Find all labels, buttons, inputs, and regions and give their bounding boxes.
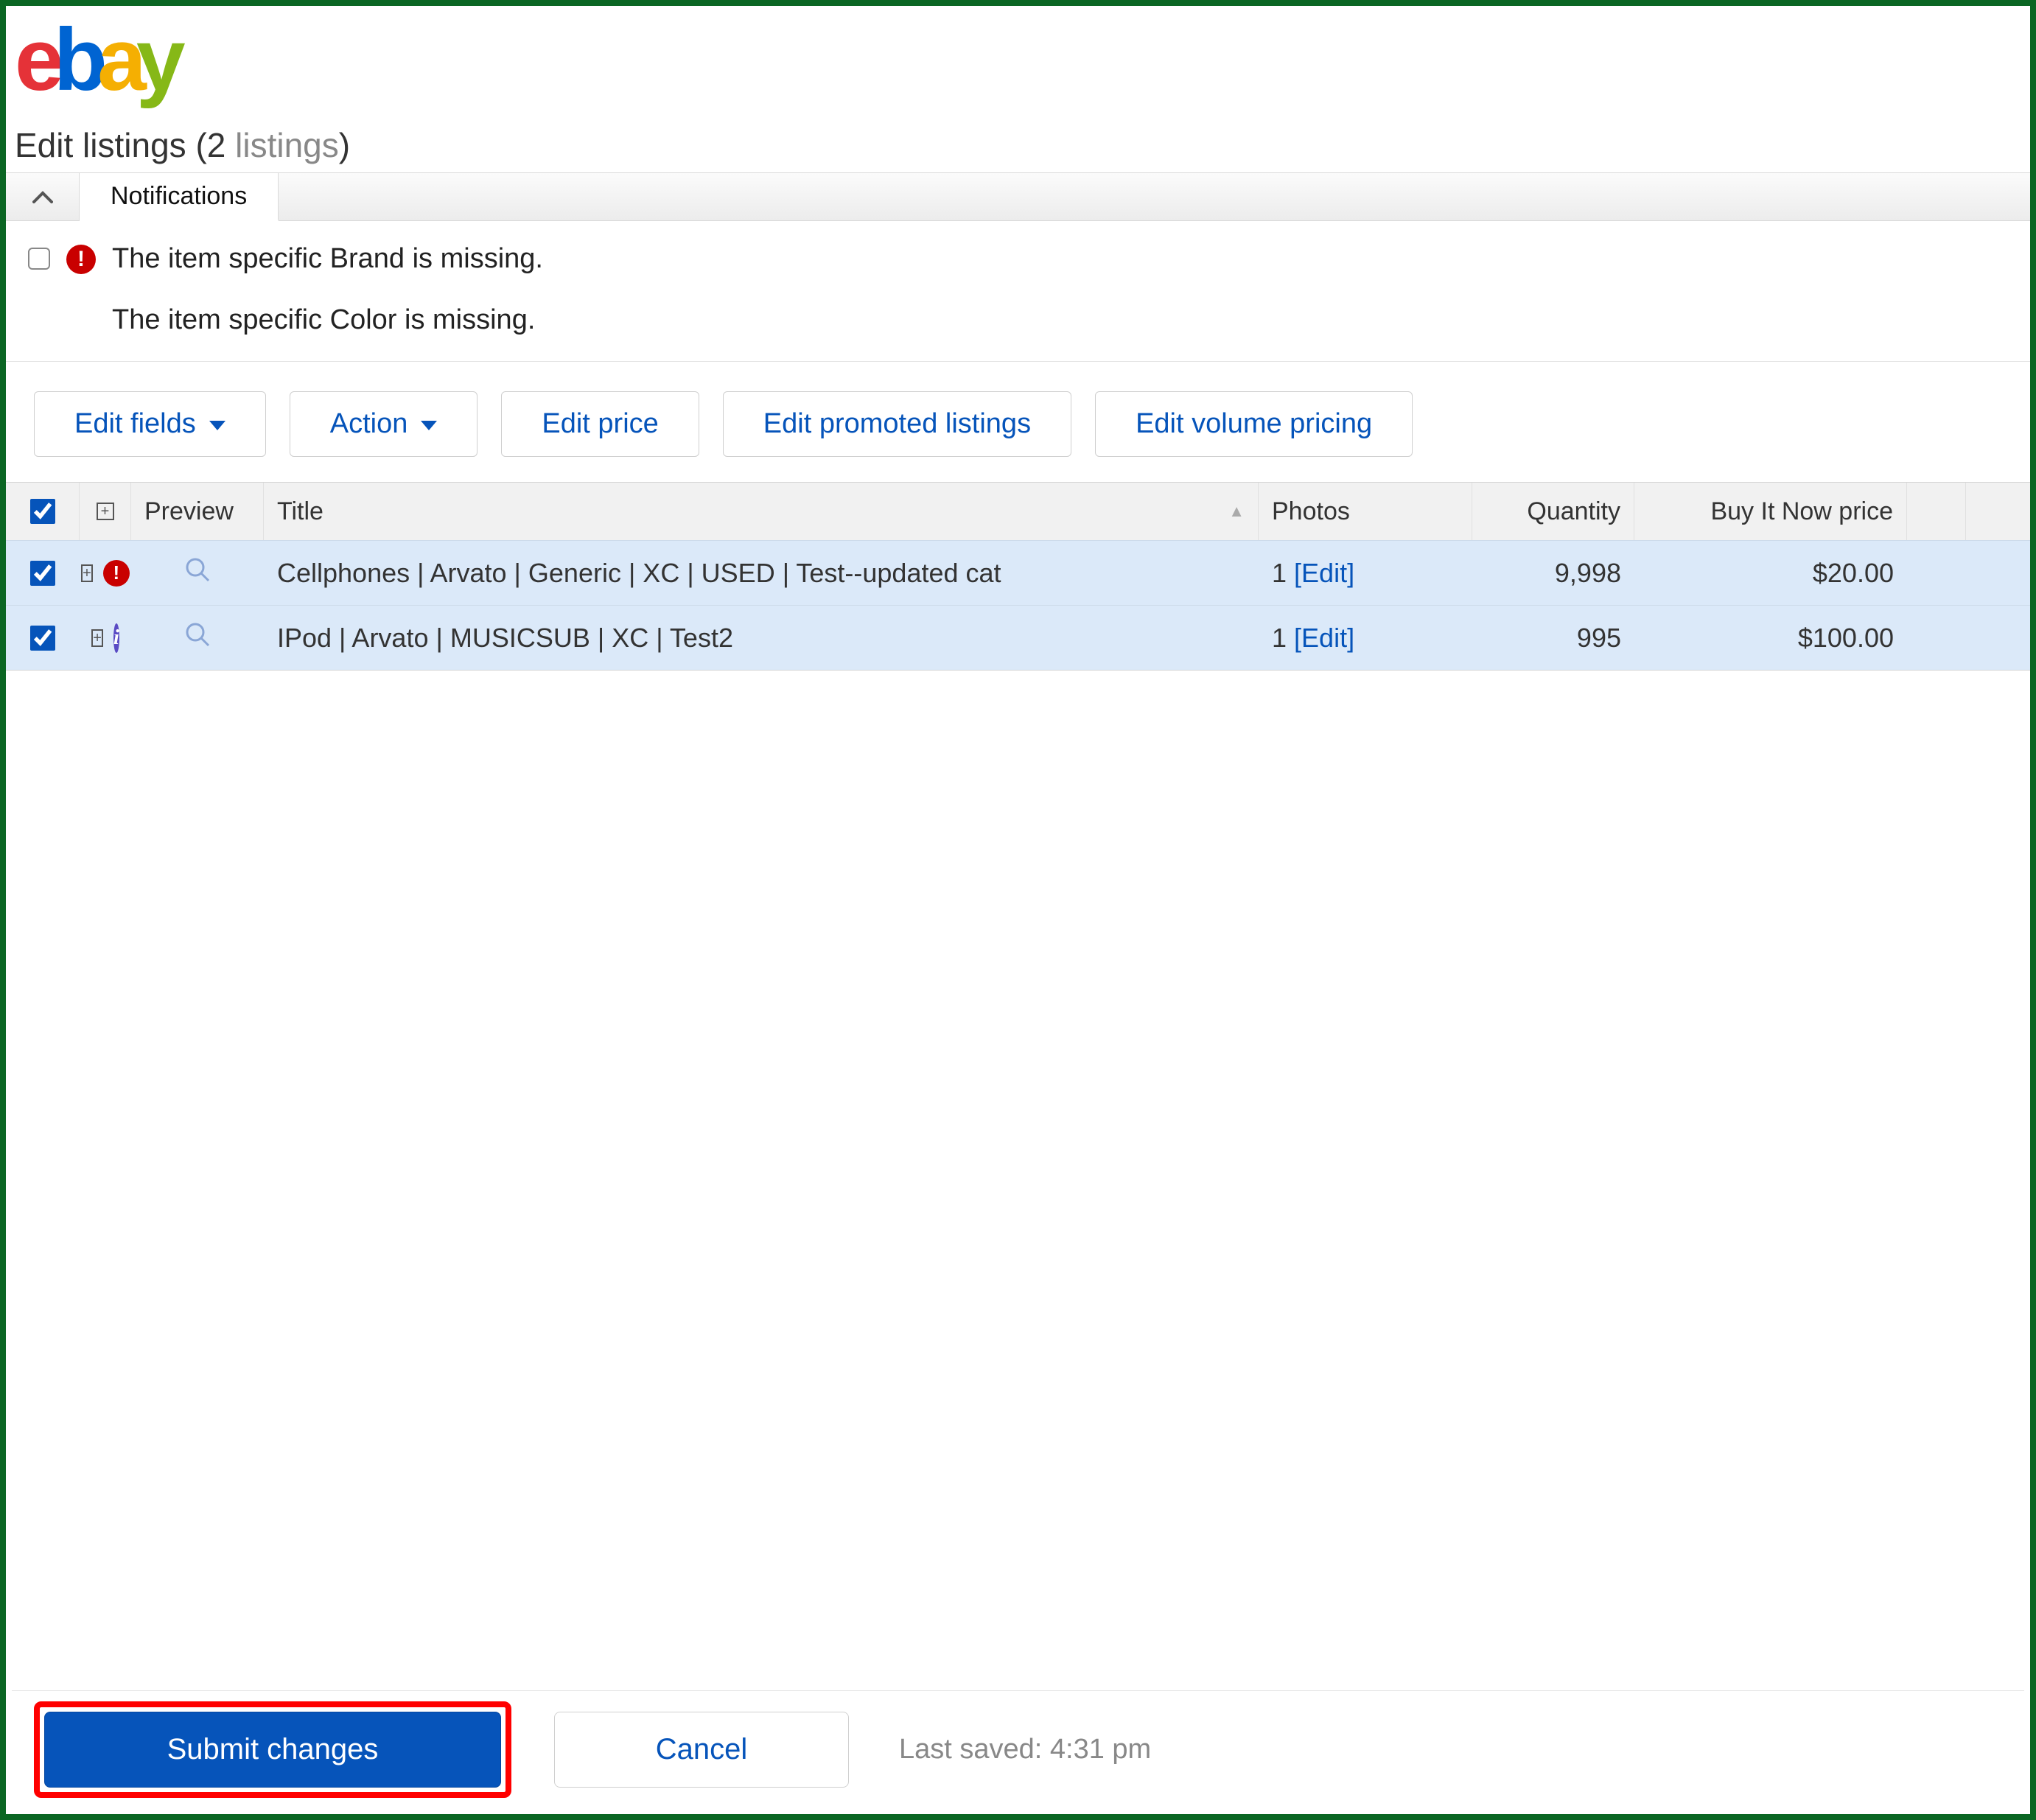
row-price: $100.00	[1634, 606, 1907, 670]
select-all-cell	[6, 483, 80, 540]
row-quantity: 995	[1472, 606, 1634, 670]
cancel-label: Cancel	[656, 1733, 748, 1765]
chevron-down-icon	[209, 421, 225, 430]
table-row[interactable]: + i IPod | Arvato | MUSICSUB | XC | Test…	[6, 605, 2030, 670]
row-quantity: 9,998	[1472, 541, 1634, 605]
cancel-button[interactable]: Cancel	[554, 1712, 849, 1788]
notifications-panel: ! The item specific Brand is missing. Th…	[6, 221, 2030, 362]
info-icon: i	[113, 623, 119, 653]
edit-fields-label: Edit fields	[74, 408, 196, 440]
magnifier-icon	[184, 621, 211, 654]
listing-count-suffix: listings	[235, 126, 339, 164]
preview-button[interactable]	[131, 606, 264, 670]
edit-fields-button[interactable]: Edit fields	[34, 391, 266, 457]
error-icon: !	[66, 245, 96, 274]
listing-count: 2	[207, 126, 226, 164]
error-icon: !	[103, 560, 130, 587]
magnifier-icon	[184, 556, 211, 589]
edit-photos-link[interactable]: Edit	[1301, 558, 1347, 589]
edit-photos-link[interactable]: Edit	[1301, 623, 1347, 654]
col-preview[interactable]: Preview	[131, 483, 264, 540]
table-header: + Preview Title ▲ Photos Quantity Buy It…	[6, 483, 2030, 540]
listings-table: + Preview Title ▲ Photos Quantity Buy It…	[6, 482, 2030, 671]
col-extra	[1907, 483, 1966, 540]
row-title: Cellphones | Arvato | Generic | XC | USE…	[264, 541, 1259, 605]
collapse-notifications-button[interactable]	[6, 173, 80, 220]
expand-all-cell: +	[80, 483, 131, 540]
col-price[interactable]: Buy It Now price	[1634, 483, 1907, 540]
row-photos: 1 [Edit]	[1259, 606, 1472, 670]
col-quantity[interactable]: Quantity	[1472, 483, 1634, 540]
edit-promoted-listings-button[interactable]: Edit promoted listings	[723, 391, 1071, 457]
preview-button[interactable]	[131, 541, 264, 605]
notifications-bar: Notifications	[6, 172, 2030, 221]
sort-asc-icon: ▲	[1228, 502, 1245, 521]
chevron-down-icon	[421, 421, 437, 430]
notification-message: The item specific Brand is missing.	[112, 243, 543, 275]
select-all-checkbox[interactable]	[30, 499, 55, 524]
page-title: Edit listings (2 listings)	[6, 112, 2030, 172]
last-saved-text: Last saved: 4:31 pm	[899, 1734, 1151, 1765]
tab-notifications-label: Notifications	[111, 182, 247, 211]
submit-changes-button[interactable]: Submit changes	[44, 1712, 501, 1788]
row-status-cell: + i	[80, 606, 131, 670]
submit-highlight-box: Submit changes	[34, 1701, 511, 1798]
row-status-cell: + !	[80, 541, 131, 605]
expand-all-button[interactable]: +	[97, 503, 114, 520]
action-label: Action	[330, 408, 408, 440]
row-photos: 1 [Edit]	[1259, 541, 1472, 605]
edit-price-label: Edit price	[542, 408, 658, 440]
notification-message: The item specific Color is missing.	[112, 304, 535, 336]
row-title: IPod | Arvato | MUSICSUB | XC | Test2	[264, 606, 1259, 670]
svg-text:ebay: ebay	[15, 16, 186, 109]
edit-volume-pricing-button[interactable]: Edit volume pricing	[1095, 391, 1413, 457]
chevron-up-icon	[32, 190, 53, 203]
edit-toolbar: Edit fields Action Edit price Edit promo…	[6, 362, 2030, 482]
edit-volume-label: Edit volume pricing	[1136, 408, 1372, 440]
tab-notifications[interactable]: Notifications	[80, 173, 279, 221]
notification-checkbox[interactable]	[28, 248, 50, 270]
expand-row-button[interactable]: +	[81, 564, 93, 582]
edit-promoted-label: Edit promoted listings	[763, 408, 1031, 440]
footer-bar: Submit changes Cancel Last saved: 4:31 p…	[12, 1690, 2024, 1808]
ebay-logo: ebay	[6, 6, 2030, 112]
expand-row-button[interactable]: +	[91, 629, 103, 647]
row-price: $20.00	[1634, 541, 1907, 605]
col-photos[interactable]: Photos	[1259, 483, 1472, 540]
table-row[interactable]: + ! Cellphones | Arvato | Generic | XC |…	[6, 540, 2030, 605]
col-title[interactable]: Title ▲	[264, 483, 1259, 540]
action-button[interactable]: Action	[290, 391, 478, 457]
row-checkbox[interactable]	[30, 561, 55, 586]
submit-label: Submit changes	[167, 1733, 379, 1765]
edit-price-button[interactable]: Edit price	[501, 391, 699, 457]
row-checkbox[interactable]	[30, 626, 55, 651]
page-title-text: Edit listings	[15, 126, 186, 164]
